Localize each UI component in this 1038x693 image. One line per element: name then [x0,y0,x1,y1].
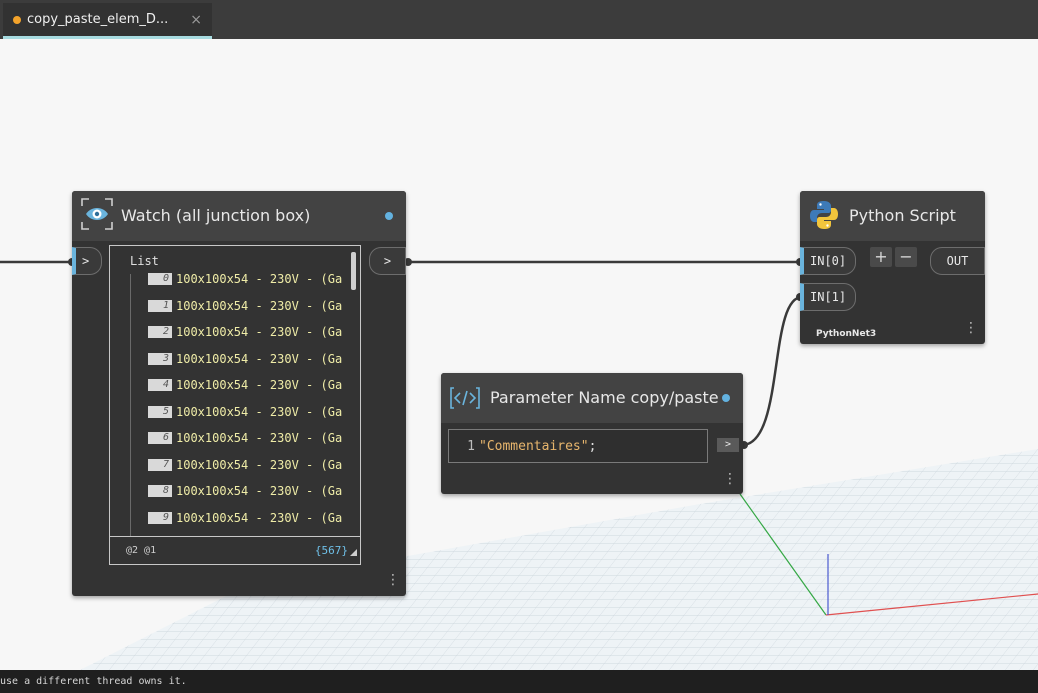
resize-grip-icon[interactable] [350,549,357,556]
python-script-node[interactable]: Python Script IN[0] IN[1] + − OUT Python… [800,191,985,344]
list-item[interactable]: 6 100x100x54 - 230V - (Ga [148,429,342,447]
code-terminator: ; [588,438,597,454]
watch-output-port[interactable]: > [369,247,406,275]
python-engine-label: PythonNet3 [816,329,877,339]
workspace-canvas[interactable]: Watch (all junction box) > > List 0 100x1… [0,39,1038,670]
watch-node[interactable]: Watch (all junction box) > > List 0 100x1… [72,191,406,596]
tab-bar: copy_paste_elem_D... × [0,0,1038,39]
list-item[interactable]: 9 100x100x54 - 230V - (Ga [148,509,342,527]
add-input-button[interactable]: + [870,247,892,267]
list-item-value: 100x100x54 - 230V - (Ga [176,431,343,445]
code-block-icon [449,386,481,410]
python-logo-icon [808,199,840,231]
list-item[interactable]: 5 100x100x54 - 230V - (Ga [148,403,342,421]
watch-node-state-dot [385,212,393,220]
list-item-index: 8 [148,485,172,497]
python-node-title: Python Script [849,206,956,225]
list-item-index: 0 [148,273,172,285]
code-line-number: 1 [467,438,475,454]
list-item-value: 100x100x54 - 230V - (Ga [176,484,343,498]
list-item-value: 100x100x54 - 230V - (Ga [176,457,343,472]
list-item[interactable]: 0 100x100x54 - 230V - (Ga [148,270,342,288]
code-node-state-dot [722,394,730,402]
watch-node-menu-icon[interactable]: ⋮ [386,573,400,587]
list-footer-divider [110,536,360,537]
list-item-value: 100x100x54 - 230V - (Ga [176,404,343,419]
list-levels: @2 @1 [126,545,157,556]
list-item[interactable]: 3 100x100x54 - 230V - (Ga [148,350,342,368]
code-string-literal: "Commentaires" [479,438,589,454]
list-item-index: 9 [148,511,172,524]
list-item-value: 100x100x54 - 230V - (Ga [176,378,343,392]
list-item-index: 3 [148,352,172,365]
python-node-header[interactable]: Python Script [800,191,985,241]
remove-input-button[interactable]: − [895,247,917,267]
python-output-port[interactable]: OUT [930,247,985,275]
list-item[interactable]: 4 100x100x54 - 230V - (Ga [148,376,342,394]
list-item-index: 5 [148,405,172,418]
tab-title: copy_paste_elem_D... [27,12,169,27]
code-line-text[interactable]: "Commentaires"; [479,439,596,454]
watch-node-header[interactable]: Watch (all junction box) [72,191,406,241]
list-item[interactable]: 8 100x100x54 - 230V - (Ga [148,482,342,500]
list-item-index: 4 [148,379,172,391]
modified-indicator [13,15,21,24]
list-item-value: 100x100x54 - 230V - (Ga [176,351,343,366]
status-bar: use a different thread owns it. [0,670,1038,693]
list-item[interactable]: 2 100x100x54 - 230V - (Ga [148,323,342,341]
tab-workspace[interactable]: copy_paste_elem_D... × [3,3,212,39]
list-item-index: 6 [148,432,172,444]
close-tab-icon[interactable]: × [190,12,202,28]
wire-code-to-python [741,295,803,447]
code-node-menu-icon[interactable]: ⋮ [723,472,737,486]
code-output-port[interactable]: > [717,438,739,452]
dynamo-window: copy_paste_elem_D... × Watch (all juncti… [0,0,1038,693]
list-scrollbar[interactable] [351,252,356,290]
list-label: List [130,254,159,268]
list-item-value: 100x100x54 - 230V - (Ga [176,325,343,339]
status-message: use a different thread owns it. [0,676,187,687]
code-node-title: Parameter Name copy/paste [490,388,719,407]
python-input-port-1[interactable]: IN[1] [800,283,856,311]
list-count: {567} [314,544,348,557]
list-item-index: 7 [148,458,172,471]
list-item-index: 2 [148,326,172,338]
python-node-menu-icon[interactable]: ⋮ [964,321,978,335]
list-item-value: 100x100x54 - 230V - (Ga [176,272,343,286]
tree-guide-line [130,274,131,536]
list-item-value: 100x100x54 - 230V - (Ga [176,298,343,313]
code-node-header[interactable]: Parameter Name copy/paste [441,373,743,423]
list-item[interactable]: 1 100x100x54 - 230V - (Ga [148,297,342,315]
list-item-value: 100x100x54 - 230V - (Ga [176,510,343,525]
watch-input-port[interactable]: > [72,247,102,275]
list-item[interactable]: 7 100x100x54 - 230V - (Ga [148,456,342,474]
code-editor[interactable]: 1 "Commentaires"; [448,429,708,463]
eye-icon [80,197,114,231]
watch-list-view[interactable]: List 0 100x100x54 - 230V - (Ga 1 100x100x54… [109,245,361,565]
list-item-index: 1 [148,299,172,312]
python-input-port-0[interactable]: IN[0] [800,247,856,275]
watch-node-title: Watch (all junction box) [121,206,311,225]
code-block-node[interactable]: Parameter Name copy/paste 1 "Commentaire… [441,373,743,494]
